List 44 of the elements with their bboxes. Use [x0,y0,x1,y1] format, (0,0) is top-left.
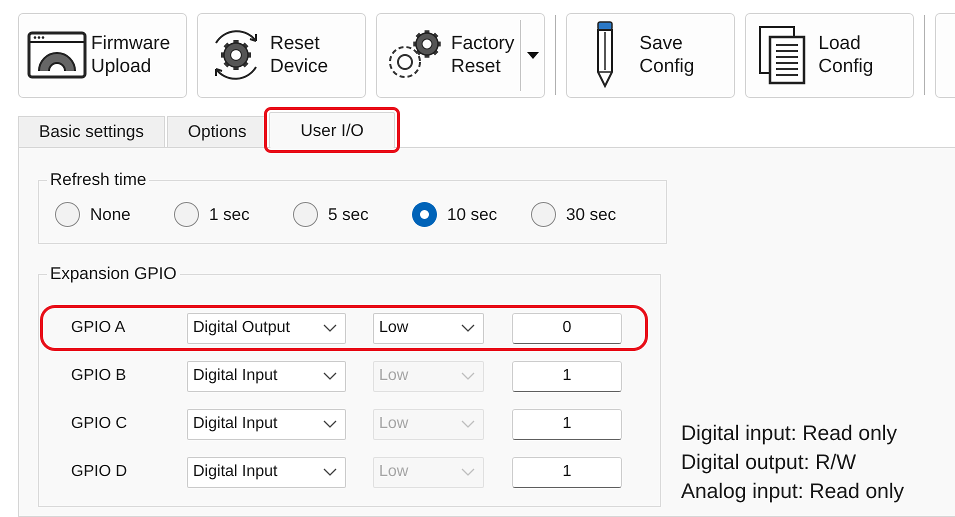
mode-dropdown[interactable]: Digital Input [187,360,346,392]
chevron-icon [323,468,337,476]
mode-dropdown[interactable]: Digital Output [187,312,346,344]
group-title: Expansion GPIO [49,264,178,284]
mode-dropdown[interactable]: Digital Input [187,456,346,488]
toolbar-button[interactable]: Firmware Upload [18,12,187,98]
radio-button[interactable] [55,202,80,227]
level-dropdown[interactable]: Low [373,312,484,344]
help-text: Digital input: Read only [681,421,898,447]
radio-button[interactable] [531,202,556,227]
toolbar-button[interactable]: Load Config [745,12,914,98]
group-title: Refresh time [49,170,148,190]
tab[interactable]: Basic settings [18,116,165,148]
radio-label: 1 sec [209,204,250,224]
radio-button[interactable] [412,202,437,227]
chevron-icon [461,468,475,476]
help-text: Digital output: R/W [681,450,858,476]
toolbar-button[interactable]: Reset Device [197,12,366,98]
value-field[interactable]: 0 [512,312,622,344]
pencil-icon [596,21,614,89]
chevron-icon [461,324,475,332]
radio-button[interactable] [174,202,199,227]
chevron-icon [461,372,475,380]
mode-dropdown[interactable]: Digital Input [187,408,346,440]
radio-button[interactable] [293,202,318,227]
radio-label: 5 sec [328,204,369,224]
value-field[interactable]: 1 [512,408,622,440]
radio-label: 10 sec [447,204,498,224]
radio-label: None [90,204,131,224]
gpio-label: GPIO C [70,415,128,433]
toolbar-button[interactable]: Save Config [566,12,736,98]
radio-label: 30 sec [566,204,616,224]
chevron-icon [323,372,337,380]
chevron-icon [323,324,337,332]
gpio-label: GPIO A [70,319,126,337]
gpio-label: GPIO B [70,367,128,385]
value-field[interactable]: 1 [512,456,622,488]
chevron-icon [461,420,475,428]
gpio-label: GPIO D [70,463,128,481]
value-field[interactable]: 1 [512,360,622,392]
toolbar-button[interactable]: Factory Reset [376,12,546,98]
caret-icon[interactable] [526,52,539,58]
help-text: Analog input: Read only [681,479,905,505]
chevron-icon [323,420,337,428]
